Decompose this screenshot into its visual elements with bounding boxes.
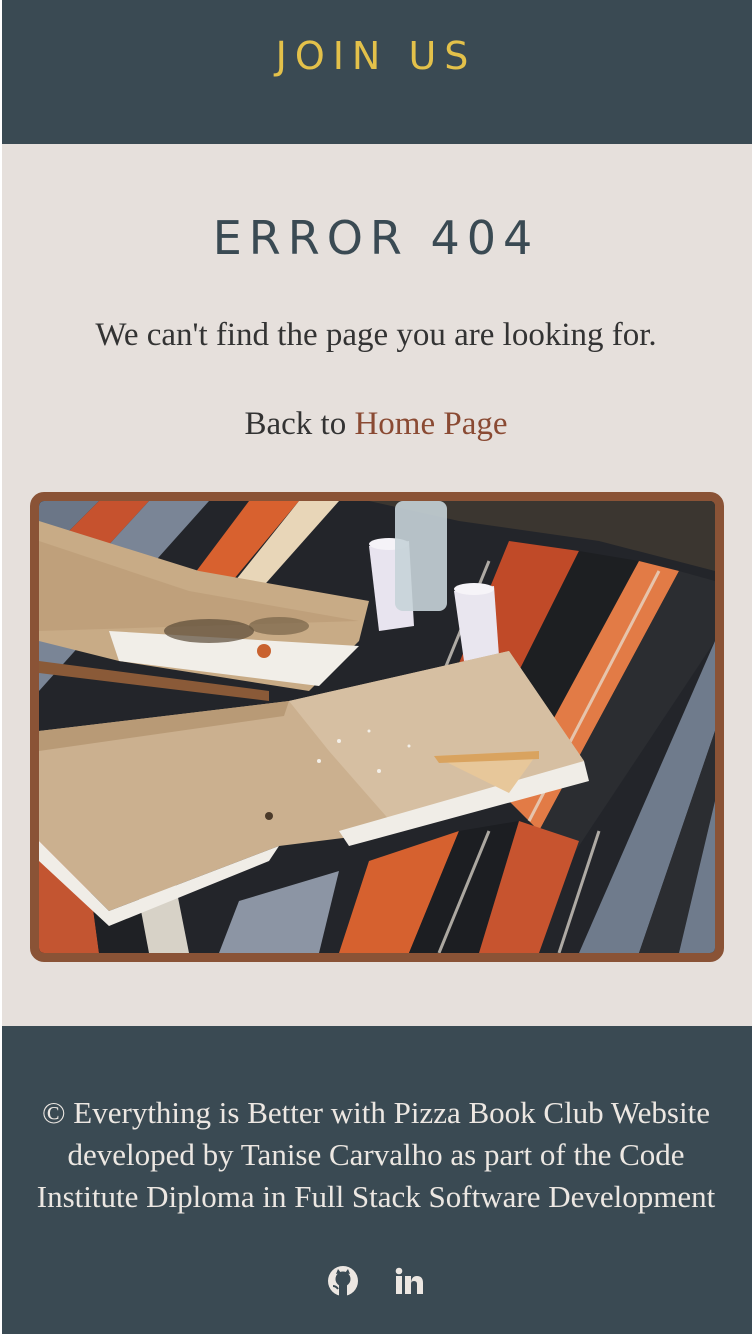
linkedin-icon — [395, 1267, 423, 1294]
home-page-link[interactable]: Home Page — [354, 406, 507, 442]
pizza-boxes-photo — [30, 492, 724, 962]
top-navbar: JOIN US — [0, 0, 752, 144]
back-line: Back to Home Page — [0, 403, 752, 445]
error-message: We can't find the page you are looking f… — [95, 317, 657, 353]
footer-text: © Everything is Better with Pizza Book C… — [30, 1092, 722, 1218]
site-footer: © Everything is Better with Pizza Book C… — [0, 1026, 752, 1334]
copyright-text: © Everything is Better with Pizza Book C… — [42, 1095, 604, 1130]
error-title: ERROR 404 — [212, 211, 540, 265]
back-prefix: Back to — [244, 406, 355, 442]
github-link[interactable] — [326, 1264, 360, 1298]
photo-illustration — [39, 501, 715, 953]
join-us-link[interactable]: JOIN US — [0, 32, 752, 80]
page-edge-line — [0, 0, 2, 1334]
error-page-content: ERROR 404 We can't find the page you are… — [0, 144, 752, 1026]
github-icon — [328, 1266, 358, 1296]
social-links — [0, 1264, 752, 1300]
linkedin-link[interactable] — [392, 1264, 426, 1298]
